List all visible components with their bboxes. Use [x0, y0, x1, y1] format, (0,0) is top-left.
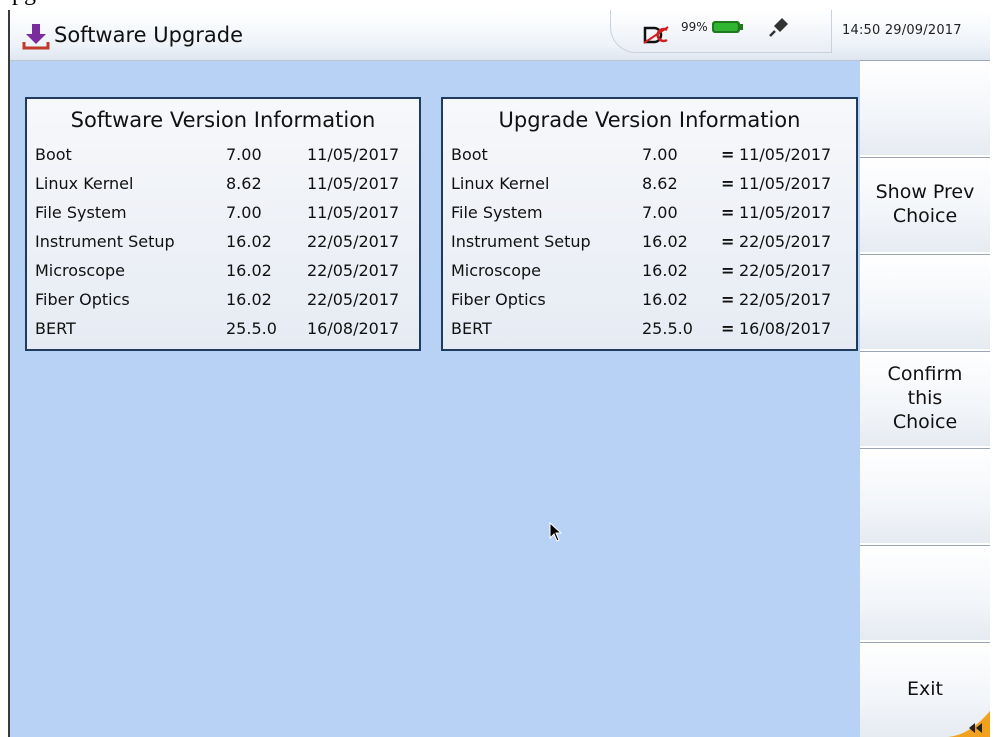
upgrade-row: BERT 25.5.0 = 16/08/2017	[443, 319, 856, 348]
component-name: Microscope	[451, 261, 541, 280]
component-version: 7.00	[642, 203, 678, 222]
component-name: Boot	[35, 145, 72, 164]
component-date: 16/08/2017	[307, 319, 400, 338]
component-date: 22/05/2017	[739, 290, 832, 309]
caption-fragment: upgrade information.	[0, 0, 400, 10]
component-date: 11/05/2017	[739, 203, 832, 222]
component-name: File System	[35, 203, 127, 222]
component-name: BERT	[451, 319, 492, 338]
clock-date: 29/09/2017	[884, 23, 962, 38]
softkey-6-blank[interactable]	[860, 545, 990, 640]
component-date: 11/05/2017	[307, 145, 400, 164]
instrument-screen: Software Upgrade 99% 14:50 29/09/2017 So…	[8, 10, 990, 737]
softkey-5-blank[interactable]	[860, 448, 990, 543]
same-version-indicator: =	[721, 174, 735, 193]
component-date: 11/05/2017	[739, 174, 832, 193]
component-name: Boot	[451, 145, 488, 164]
same-version-indicator: =	[721, 232, 735, 251]
clock-time: 14:50	[842, 23, 881, 38]
same-version-indicator: =	[721, 319, 735, 338]
component-name: BERT	[35, 319, 76, 338]
component-date: 16/08/2017	[739, 319, 832, 338]
upgrade-row: Fiber Optics 16.02 = 22/05/2017	[443, 290, 856, 319]
software-version-list: Boot 7.00 11/05/2017 Linux Kernel 8.62 11/05…	[27, 145, 419, 348]
upgrade-row: Linux Kernel 8.62 = 11/05/2017	[443, 174, 856, 203]
softkey-3-blank[interactable]	[860, 254, 990, 349]
component-name: Microscope	[35, 261, 125, 280]
component-name: Fiber Optics	[35, 290, 130, 309]
component-name: File System	[451, 203, 543, 222]
component-date: 22/05/2017	[307, 261, 400, 280]
softkey-1-blank[interactable]	[860, 60, 990, 155]
component-name: Instrument Setup	[35, 232, 175, 251]
upgrade-row: File System 7.00 = 11/05/2017	[443, 203, 856, 232]
component-version: 8.62	[226, 174, 262, 193]
upgrade-row: Microscope 16.02 = 22/05/2017	[443, 261, 856, 290]
page-title: Software Upgrade	[54, 23, 244, 47]
upgrade-version-list: Boot 7.00 = 11/05/2017 Linux Kernel 8.62 = 11/…	[443, 145, 856, 348]
component-date: 22/05/2017	[307, 290, 400, 309]
upgrade-row: Boot 7.00 = 11/05/2017	[443, 145, 856, 174]
same-version-indicator: =	[721, 145, 735, 164]
software-row: Boot 7.00 11/05/2017	[27, 145, 419, 174]
component-version: 7.00	[226, 203, 262, 222]
component-version: 16.02	[642, 290, 688, 309]
battery-percent: 99%	[681, 20, 708, 34]
component-date: 22/05/2017	[739, 232, 832, 251]
component-version: 7.00	[226, 145, 262, 164]
component-version: 16.02	[226, 290, 272, 309]
software-panel-title: Software Version Information	[70, 108, 376, 132]
software-row: File System 7.00 11/05/2017	[27, 203, 419, 232]
component-version: 25.5.0	[226, 319, 277, 338]
software-row: BERT 25.5.0 16/08/2017	[27, 319, 419, 348]
component-name: Instrument Setup	[451, 232, 591, 251]
software-version-panel: Software Version Information Boot 7.00 11/…	[25, 97, 421, 351]
clock: 14:50 29/09/2017	[842, 23, 962, 38]
softkey-column: Show Prev Choice Confirm this Choice Exi…	[860, 60, 990, 737]
component-version: 16.02	[226, 232, 272, 251]
mouse-pointer-icon	[549, 522, 563, 542]
software-row: Instrument Setup 16.02 22/05/2017	[27, 232, 419, 261]
download-arrow-icon	[22, 24, 50, 50]
component-date: 11/05/2017	[739, 145, 832, 164]
component-version: 16.02	[642, 232, 688, 251]
component-name: Fiber Optics	[451, 290, 546, 309]
component-name: Linux Kernel	[35, 174, 134, 193]
component-date: 11/05/2017	[307, 203, 400, 222]
component-version: 16.02	[226, 261, 272, 280]
software-row: Microscope 16.02 22/05/2017	[27, 261, 419, 290]
battery-icon	[712, 21, 743, 33]
confirm-choice-button[interactable]: Confirm this Choice	[860, 351, 990, 446]
component-version: 7.00	[642, 145, 678, 164]
software-row: Fiber Optics 16.02 22/05/2017	[27, 290, 419, 319]
component-date: 22/05/2017	[307, 232, 400, 251]
dc-power-icon	[643, 26, 669, 44]
same-version-indicator: =	[721, 290, 735, 309]
same-version-indicator: =	[721, 261, 735, 280]
upgrade-row: Instrument Setup 16.02 = 22/05/2017	[443, 232, 856, 261]
component-version: 25.5.0	[642, 319, 693, 338]
component-version: 16.02	[642, 261, 688, 280]
component-date: 11/05/2017	[307, 174, 400, 193]
component-date: 22/05/2017	[739, 261, 832, 280]
upgrade-version-panel: Upgrade Version Information Boot 7.00 = 11/…	[441, 97, 858, 351]
software-row: Linux Kernel 8.62 11/05/2017	[27, 174, 419, 203]
show-prev-choice-button[interactable]: Show Prev Choice	[860, 157, 990, 252]
component-version: 8.62	[642, 174, 678, 193]
back-arrow-icon[interactable]	[948, 711, 990, 737]
component-name: Linux Kernel	[451, 174, 550, 193]
title-bar: Software Upgrade 99% 14:50 29/09/2017	[10, 10, 990, 61]
plug-icon	[769, 18, 788, 37]
upgrade-panel-title: Upgrade Version Information	[498, 108, 801, 132]
same-version-indicator: =	[721, 203, 735, 222]
